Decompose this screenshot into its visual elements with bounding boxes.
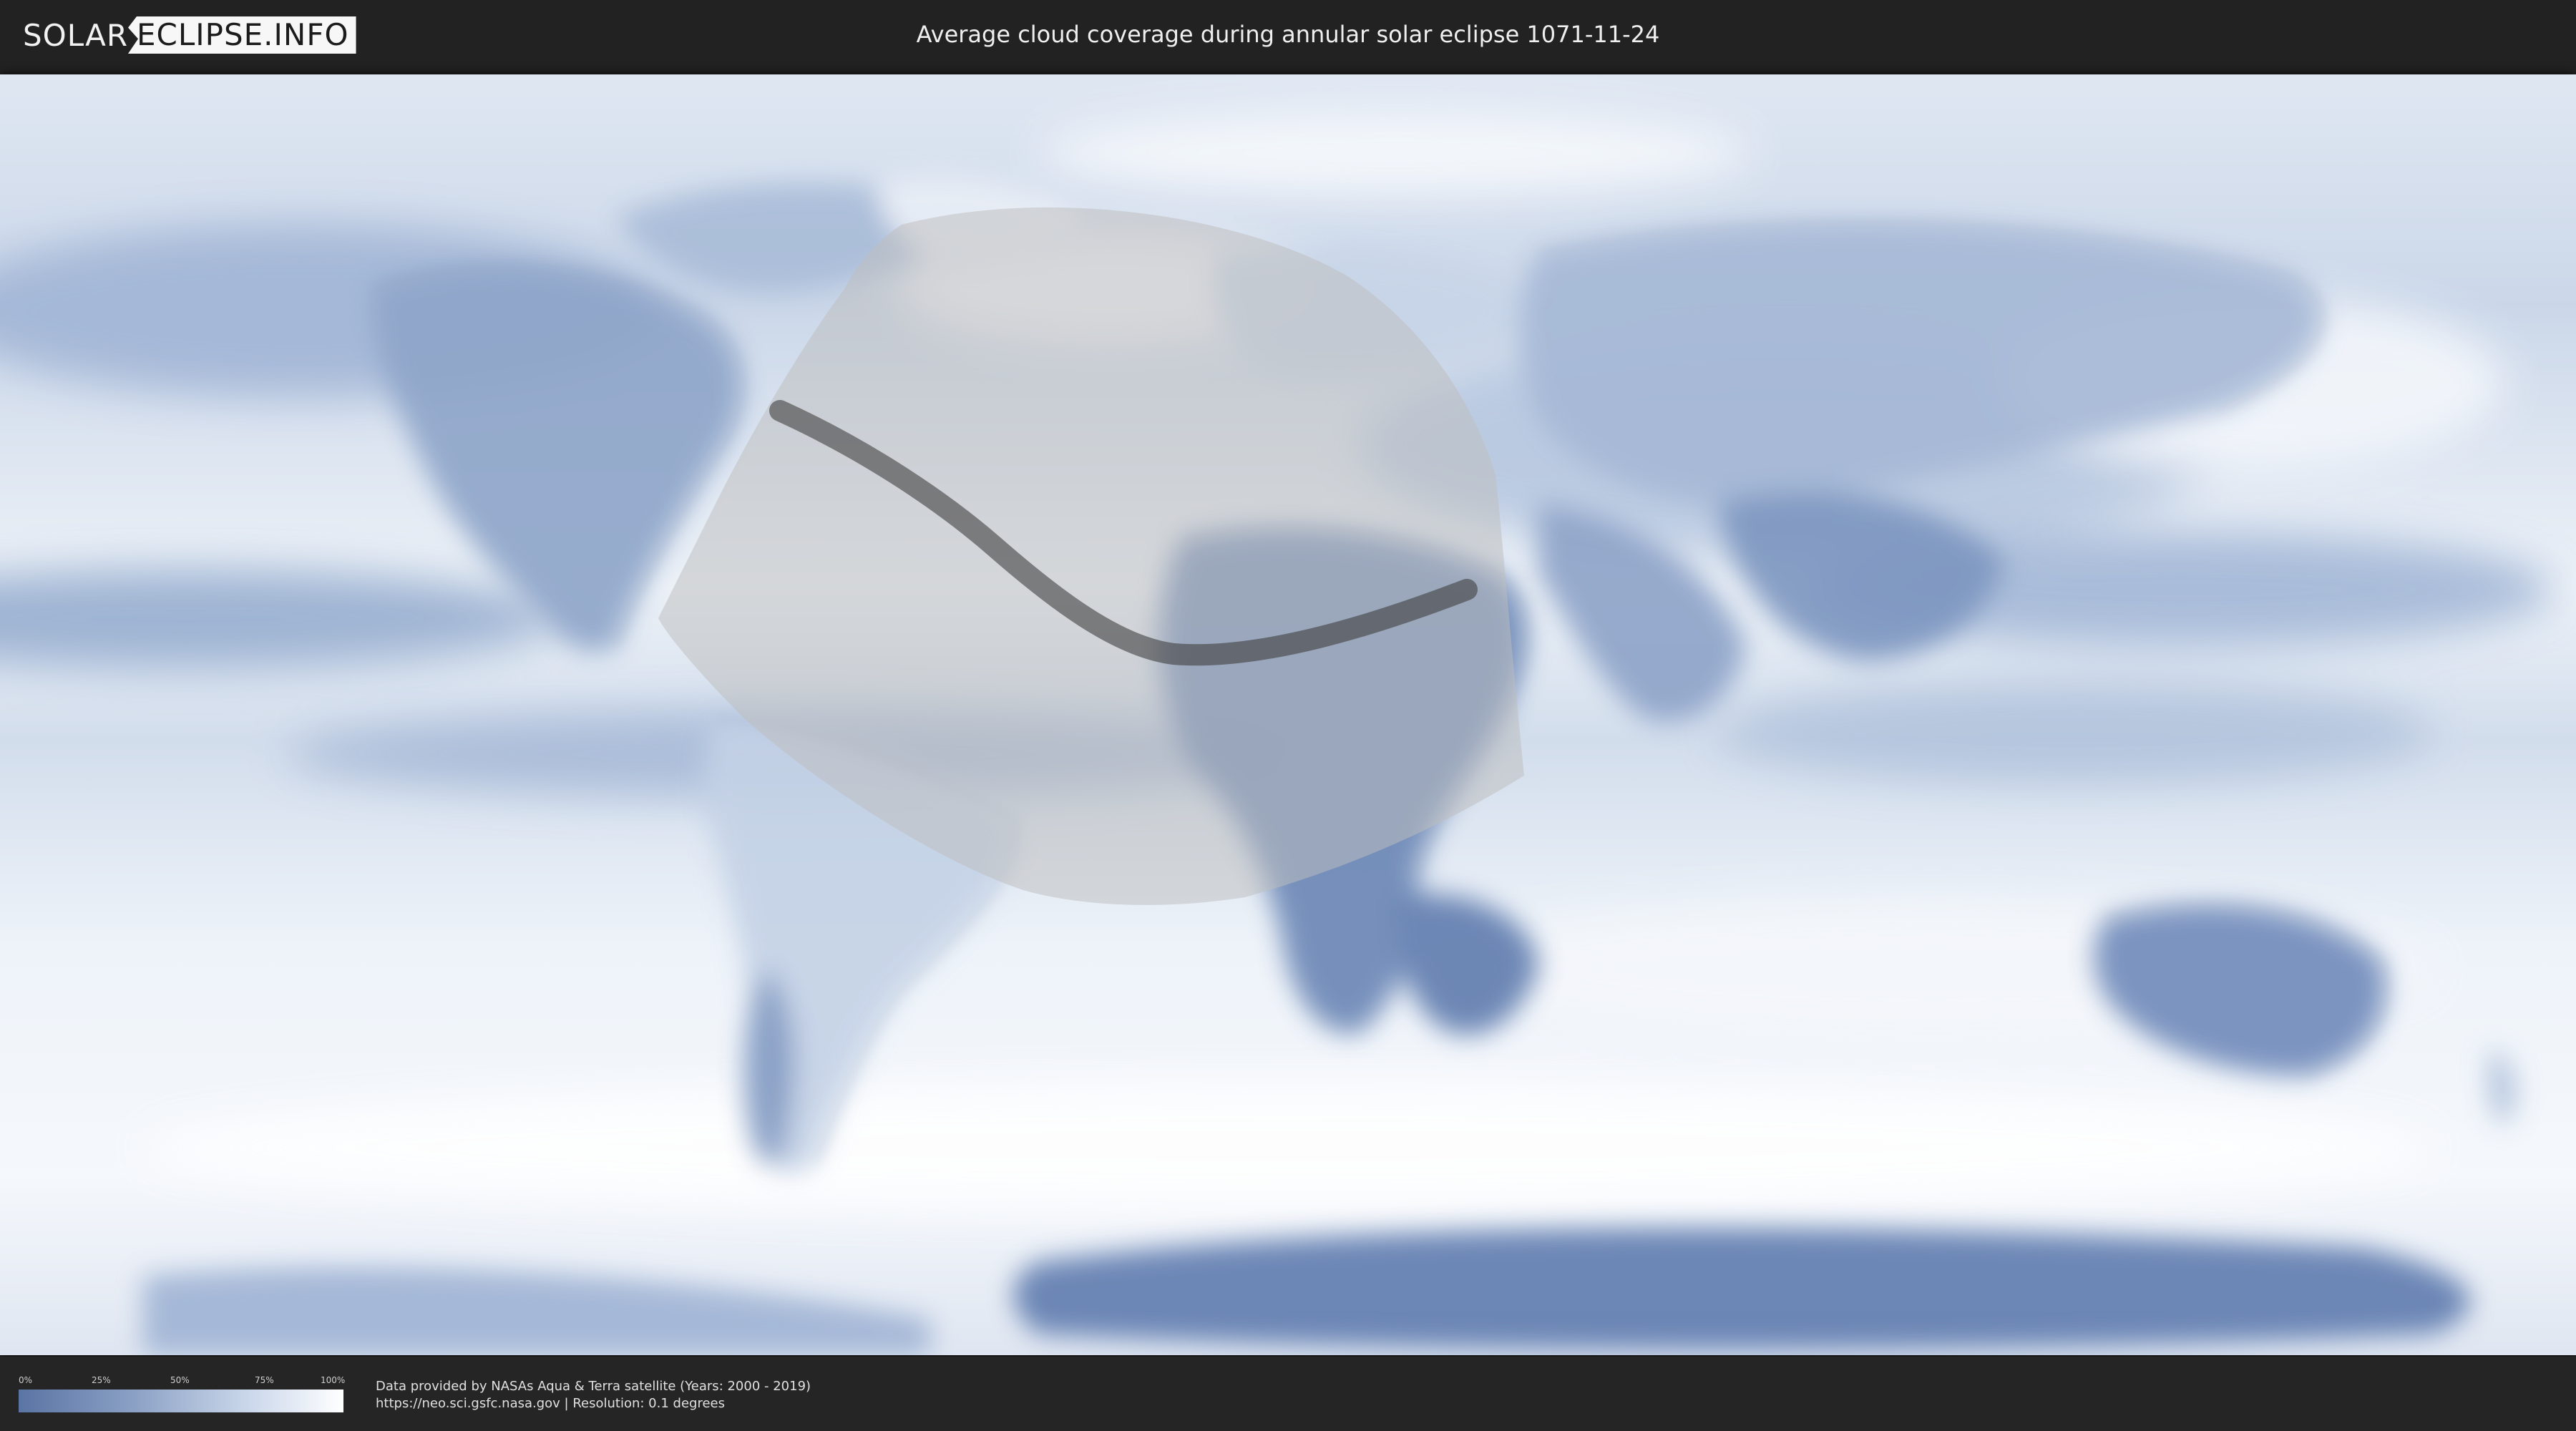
credit-line-2: https://neo.sci.gsfc.nasa.gov | Resoluti…: [376, 1396, 725, 1411]
cloud-coverage-map: [0, 74, 2576, 1355]
data-credit: Data provided by NASAs Aqua & Terra sate…: [376, 1378, 811, 1412]
legend-tick-50: 50%: [170, 1375, 190, 1385]
credit-line-1: Data provided by NASAs Aqua & Terra sate…: [376, 1379, 811, 1394]
solar-eclipse-logo[interactable]: SOLAR ECLIPSE.INFO: [21, 16, 356, 54]
legend-ticks: 0% 25% 50% 75% 100%: [19, 1375, 346, 1385]
eclipse-map-page: SOLAR ECLIPSE.INFO Average cloud coverag…: [0, 0, 2576, 1431]
legend-tick-75: 75%: [255, 1375, 274, 1385]
logo-text-eclipse-info: ECLIPSE.INFO: [128, 16, 356, 54]
page-title: Average cloud coverage during annular so…: [916, 21, 1660, 48]
map-graphic: [0, 74, 2576, 1355]
legend-tick-0: 0%: [19, 1375, 33, 1385]
header-bar: SOLAR ECLIPSE.INFO Average cloud coverag…: [0, 0, 2576, 72]
legend-tick-100: 100%: [321, 1375, 346, 1385]
legend-tick-25: 25%: [92, 1375, 111, 1385]
cloud-coverage-legend-bar: [19, 1390, 343, 1412]
logo-text-solar: SOLAR: [23, 17, 128, 53]
